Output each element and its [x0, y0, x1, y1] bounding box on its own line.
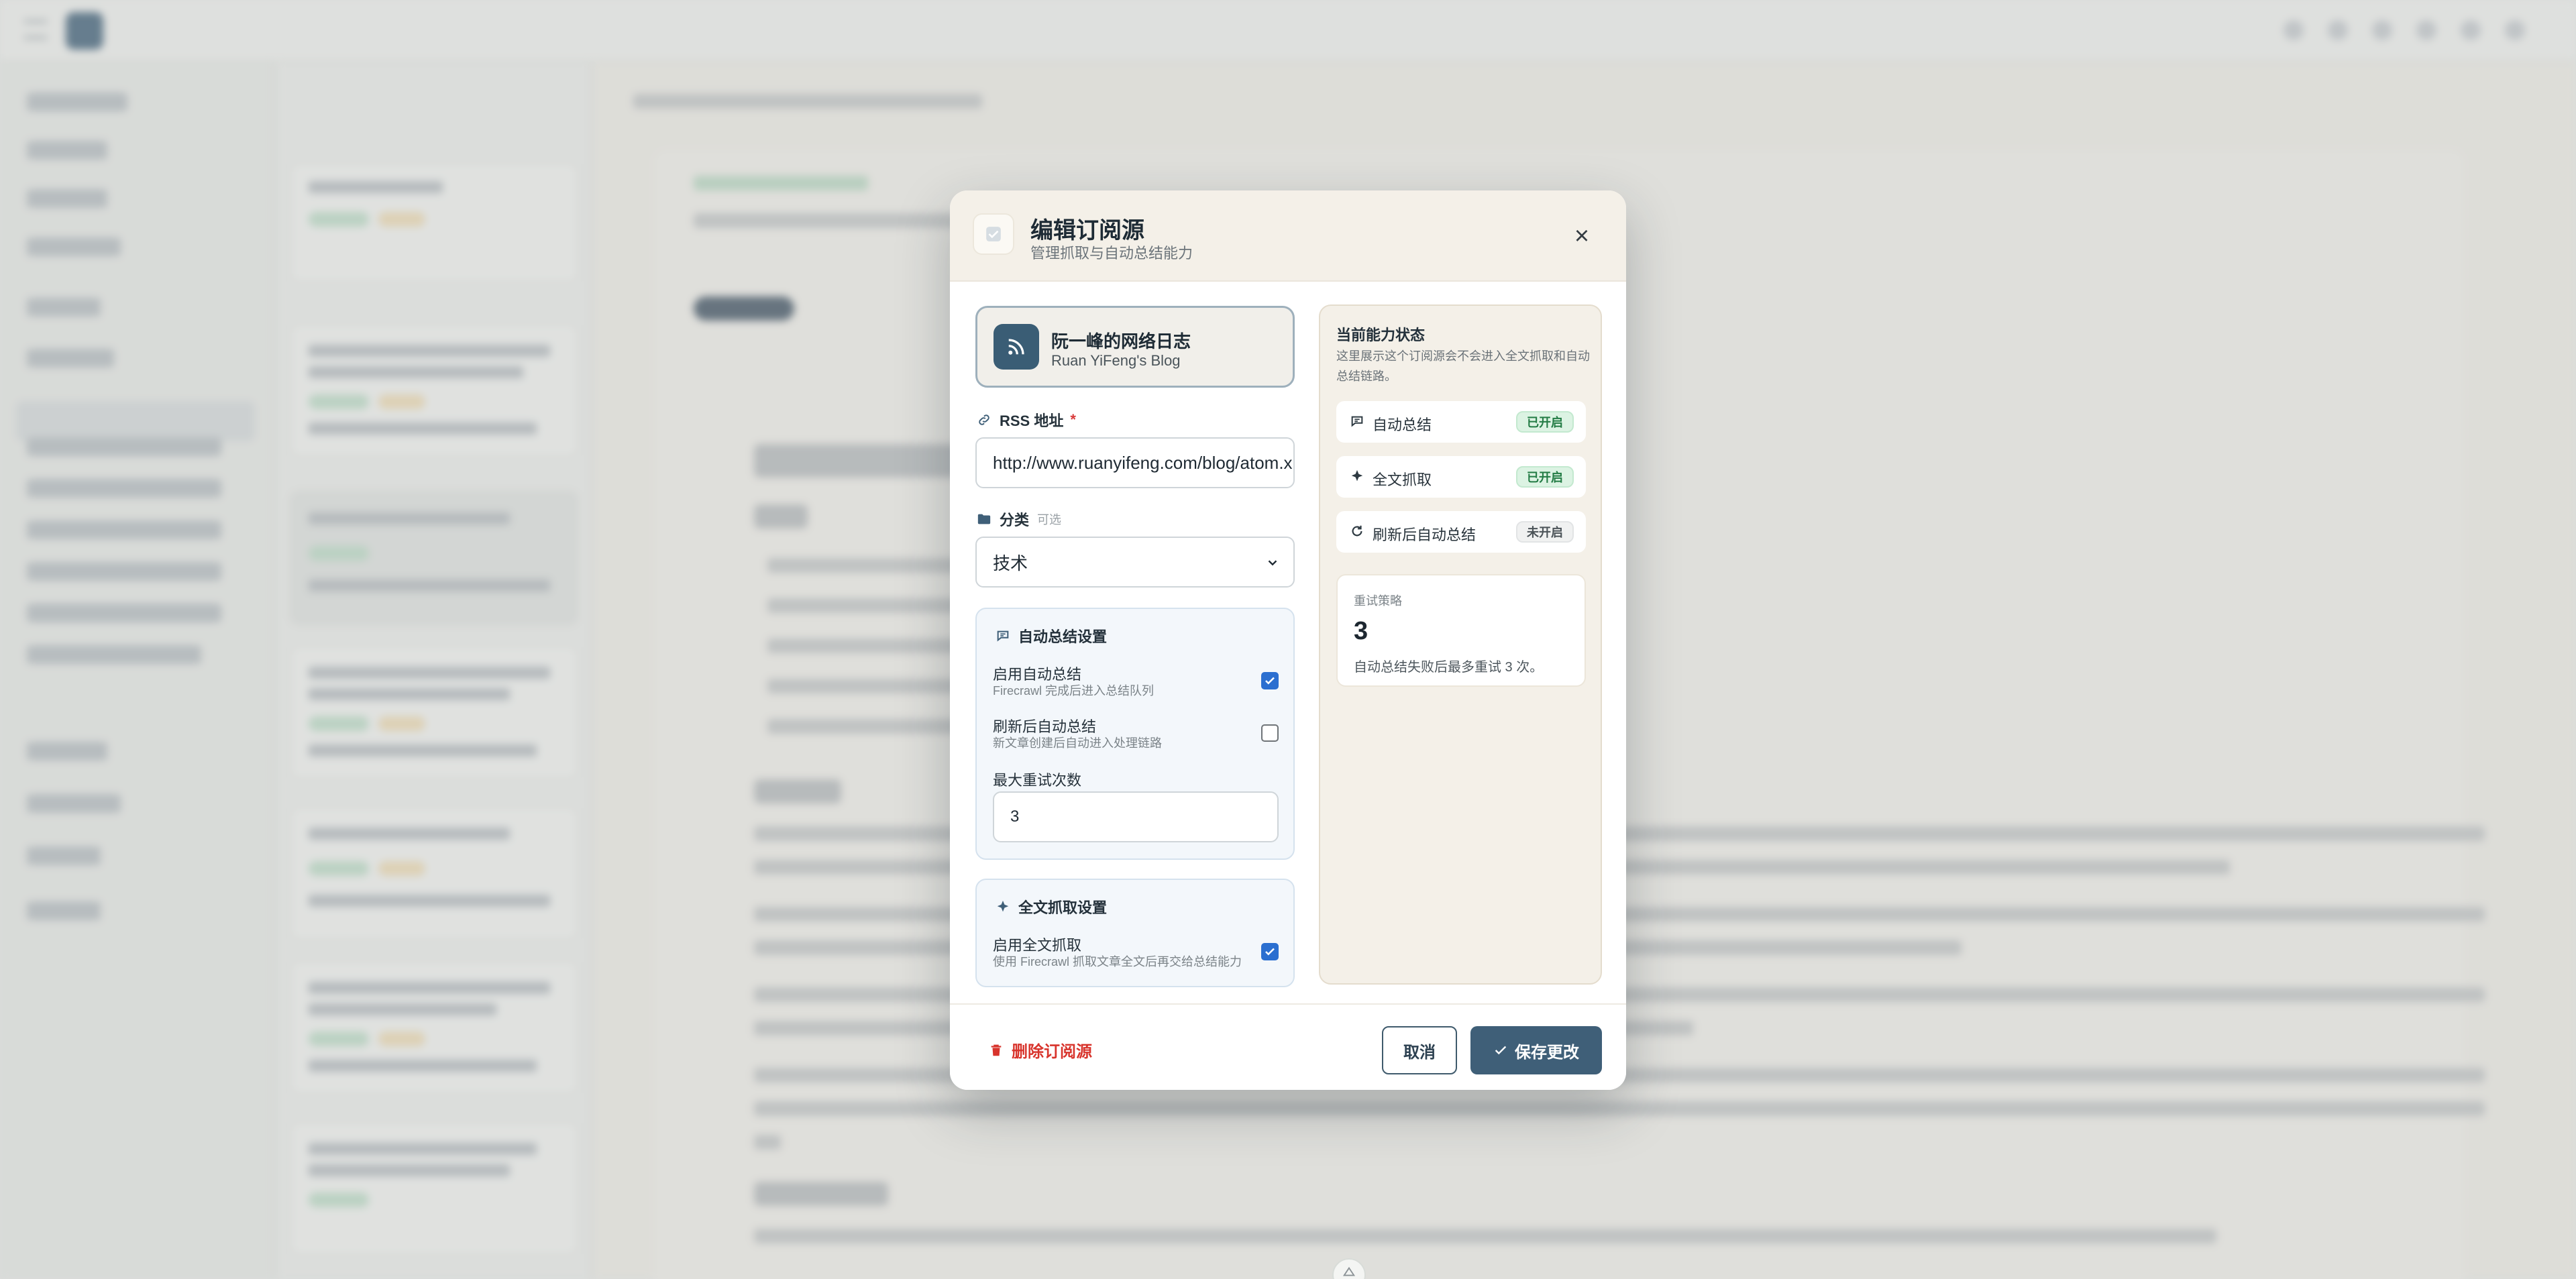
max-retry-label: 最大重试次数: [993, 772, 1082, 789]
cancel-button[interactable]: 取消: [1382, 1026, 1457, 1074]
rss-icon: [994, 324, 1039, 370]
retry-policy-card: 重试策略 3 自动总结失败后最多重试 3 次。: [1336, 574, 1586, 687]
capability-row: 刷新后自动总结 未开启: [1336, 511, 1586, 553]
save-changes-button[interactable]: 保存更改: [1470, 1026, 1602, 1074]
refresh-summary-hint: 新文章创建后自动进入处理链路: [993, 736, 1162, 750]
status-badge: 已开启: [1516, 411, 1574, 433]
capability-status-title: 当前能力状态: [1336, 327, 1426, 343]
required-mark: *: [1070, 411, 1076, 428]
capability-label: 刷新后自动总结: [1373, 526, 1477, 543]
enable-summary-hint: Firecrawl 完成后进入总结队列: [993, 684, 1155, 698]
dialog-title: 编辑订阅源: [1030, 218, 1144, 243]
status-badge: 已开启: [1516, 466, 1574, 488]
check-icon: [1495, 1046, 1507, 1055]
feed-identity-card: 阮一峰的网络日志 Ruan YiFeng's Blog: [975, 306, 1295, 388]
max-retry-input[interactable]: 3: [993, 791, 1279, 842]
category-label: 分类 可选: [977, 508, 1061, 530]
rss-url-input[interactable]: http://www.ruanyifeng.com/blog/atom.xml: [975, 437, 1295, 488]
category-select[interactable]: 技术: [975, 537, 1295, 588]
auto-summary-title-text: 自动总结设置: [1018, 628, 1108, 645]
trash-icon: [991, 1044, 1002, 1056]
capability-label: 全文抓取: [1373, 471, 1432, 488]
category-select-value: 技术: [993, 553, 1028, 573]
capability-status-description: 这里展示这个订阅源会不会进入全文抓取和自动总结链路。: [1336, 349, 1590, 383]
status-badge: 未开启: [1516, 521, 1574, 543]
retry-policy-value: 3: [1354, 617, 1368, 645]
category-label-text: 分类: [1000, 512, 1030, 529]
capability-row: 全文抓取 已开启: [1336, 456, 1586, 498]
save-changes-label: 保存更改: [1515, 1043, 1579, 1062]
enable-fulltext-checkbox[interactable]: [1261, 943, 1279, 960]
dialog-subtitle: 管理抓取与自动总结能力: [1030, 245, 1193, 262]
summary-icon: [997, 630, 1009, 642]
chevron-up-icon: [1342, 1266, 1356, 1276]
feed-subtitle: Ruan YiFeng's Blog: [1051, 352, 1181, 369]
retry-policy-description: 自动总结失败后最多重试 3 次。: [1354, 660, 1544, 675]
chevron-down-icon: [1268, 560, 1277, 566]
category-optional-hint: 可选: [1037, 513, 1062, 526]
capability-row: 自动总结 已开启: [1336, 401, 1586, 443]
edit-feed-dialog: 编辑订阅源 管理抓取与自动总结能力 × 阮一峰的网络日志 Ruan YiFeng…: [950, 190, 1626, 1090]
sparkle-icon: [997, 900, 1009, 912]
refresh-icon: [1352, 525, 1362, 537]
dialog-header: 编辑订阅源 管理抓取与自动总结能力 ×: [950, 190, 1626, 282]
close-icon[interactable]: ×: [1566, 220, 1598, 252]
enable-fulltext-hint: 使用 Firecrawl 抓取文章全文后再交给总结能力: [993, 955, 1242, 968]
fulltext-title: 全文抓取设置: [996, 896, 1107, 917]
summary-icon: [1351, 416, 1363, 427]
link-icon: [979, 414, 989, 425]
auto-summary-title: 自动总结设置: [996, 625, 1107, 647]
refresh-summary-checkbox[interactable]: [1261, 724, 1279, 742]
dialog-footer: 删除订阅源 取消 保存更改: [950, 1003, 1626, 1090]
delete-feed-button[interactable]: 删除订阅源: [989, 1038, 1092, 1062]
folder-icon: [977, 514, 991, 524]
retry-policy-label: 重试策略: [1354, 594, 1402, 608]
sparkle-icon: [1351, 469, 1363, 482]
edit-icon: [973, 213, 1014, 255]
capability-label: 自动总结: [1373, 416, 1432, 433]
enable-summary-checkbox[interactable]: [1261, 672, 1279, 689]
rss-url-label: RSS 地址 *: [977, 409, 1076, 431]
delete-feed-label: 删除订阅源: [1012, 1043, 1092, 1061]
rss-url-label-text: RSS 地址: [1000, 412, 1064, 429]
feed-name: 阮一峰的网络日志: [1051, 331, 1191, 351]
fulltext-panel: 全文抓取设置 启用全文抓取 使用 Firecrawl 抓取文章全文后再交给总结能…: [975, 879, 1295, 987]
fulltext-title-text: 全文抓取设置: [1018, 899, 1108, 916]
capability-status-panel: 当前能力状态 这里展示这个订阅源会不会进入全文抓取和自动总结链路。 自动总结 已…: [1319, 304, 1602, 985]
auto-summary-panel: 自动总结设置 启用自动总结 Firecrawl 完成后进入总结队列 刷新后自动总…: [975, 608, 1295, 860]
